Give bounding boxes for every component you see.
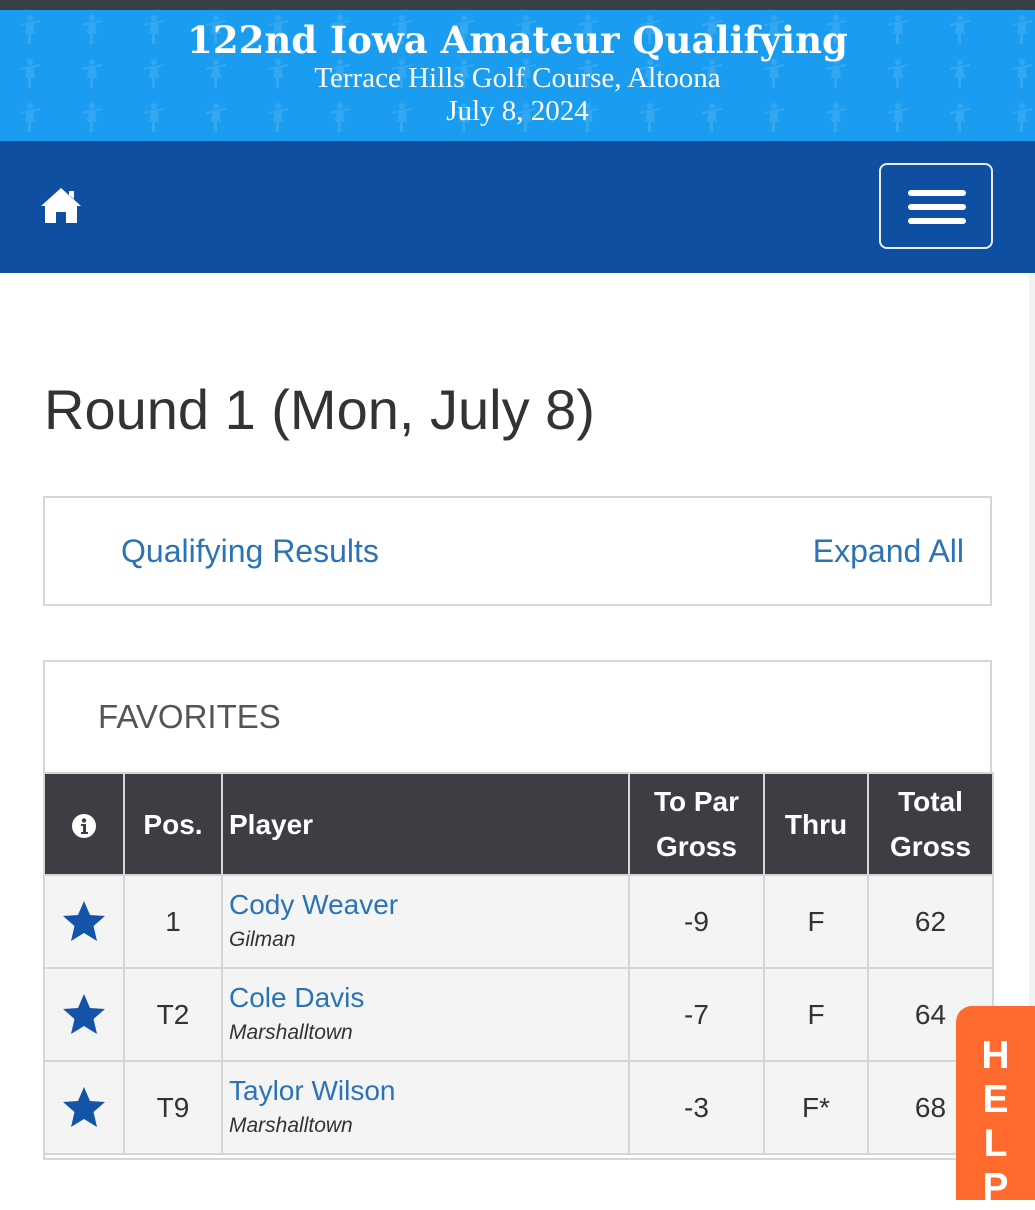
pos-cell: 1 xyxy=(123,874,223,969)
info-header xyxy=(43,772,125,876)
total-header[interactable]: Total Gross xyxy=(867,772,994,876)
hamburger-menu-icon xyxy=(908,204,966,210)
total-header-line2: Gross xyxy=(890,831,971,862)
favorite-cell xyxy=(43,874,125,969)
thru-cell: F* xyxy=(763,1060,869,1155)
to-par-cell: -7 xyxy=(628,967,765,1062)
info-icon[interactable] xyxy=(71,813,97,839)
favorite-cell xyxy=(43,967,125,1062)
pos-cell: T2 xyxy=(123,967,223,1062)
help-button[interactable]: H E L P xyxy=(956,1006,1035,1209)
table-row: 1 Cody Weaver Gilman -9 F 62 xyxy=(43,874,994,969)
star-icon[interactable] xyxy=(60,1084,108,1132)
help-letter: P xyxy=(982,1166,1009,1209)
table-row: T9 Taylor Wilson Marshalltown -3 F* 68 xyxy=(43,1060,994,1155)
help-letter: L xyxy=(983,1122,1008,1165)
to-par-header[interactable]: To Par Gross xyxy=(628,772,765,876)
top-strip xyxy=(0,0,1035,10)
favorites-title: FAVORITES xyxy=(98,698,281,735)
player-city: Gilman xyxy=(229,927,296,951)
navbar xyxy=(0,141,1035,273)
star-icon[interactable] xyxy=(60,991,108,1039)
pos-header[interactable]: Pos. xyxy=(123,772,223,876)
home-icon[interactable] xyxy=(38,185,84,225)
to-par-cell: -3 xyxy=(628,1060,765,1155)
help-letter: E xyxy=(982,1078,1009,1121)
qualifying-results-link[interactable]: Qualifying Results xyxy=(121,530,379,572)
player-header[interactable]: Player xyxy=(221,772,630,876)
table-header-row: Pos. Player To Par Gross Thru Total Gros… xyxy=(43,772,994,876)
to-par-header-line1: To Par xyxy=(653,786,740,817)
favorites-table: Pos. Player To Par Gross Thru Total Gros… xyxy=(43,772,994,1155)
table-row: T2 Cole Davis Marshalltown -7 F 64 xyxy=(43,967,994,1062)
player-cell: Taylor Wilson Marshalltown xyxy=(221,1060,630,1155)
player-cell: Cole Davis Marshalltown xyxy=(221,967,630,1062)
event-title: 122nd Iowa Amateur Qualifying xyxy=(187,18,848,62)
to-par-cell: -9 xyxy=(628,874,765,969)
to-par-header-line2: Gross xyxy=(656,831,737,862)
help-letter: H xyxy=(981,1034,1010,1077)
event-course: Terrace Hills Golf Course, Altoona xyxy=(314,62,721,94)
player-cell: Cody Weaver Gilman xyxy=(221,874,630,969)
event-date: July 8, 2024 xyxy=(446,95,589,127)
event-banner: 122nd Iowa Amateur Qualifying Terrace Hi… xyxy=(0,10,1035,141)
player-city: Marshalltown xyxy=(229,1113,353,1137)
star-icon[interactable] xyxy=(60,898,108,946)
player-name-link[interactable]: Cole Davis xyxy=(229,980,628,1016)
thru-cell: F xyxy=(763,874,869,969)
hamburger-menu-icon xyxy=(908,218,966,224)
hamburger-menu-icon xyxy=(908,190,966,196)
pos-cell: T9 xyxy=(123,1060,223,1155)
thru-cell: F xyxy=(763,967,869,1062)
hamburger-menu-button[interactable] xyxy=(879,163,993,249)
total-cell: 62 xyxy=(867,874,994,969)
favorite-cell xyxy=(43,1060,125,1155)
player-name-link[interactable]: Cody Weaver xyxy=(229,887,628,923)
round-title: Round 1 (Mon, July 8) xyxy=(44,378,595,441)
thru-header[interactable]: Thru xyxy=(763,772,869,876)
player-name-link[interactable]: Taylor Wilson xyxy=(229,1073,628,1109)
player-city: Marshalltown xyxy=(229,1020,353,1044)
results-link-box: Qualifying Results Expand All xyxy=(43,496,992,606)
expand-all-link[interactable]: Expand All xyxy=(813,530,964,572)
total-header-line1: Total xyxy=(898,786,963,817)
